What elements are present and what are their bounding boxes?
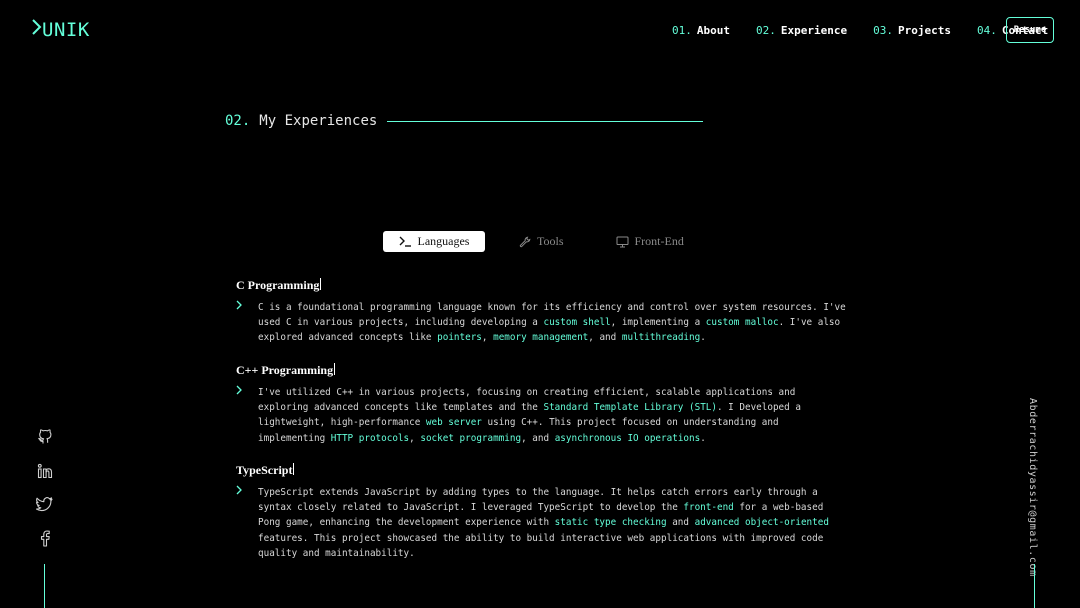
linkedin-icon[interactable]	[36, 462, 53, 479]
experience-item: C Programming C is a foundational progra…	[236, 277, 848, 346]
chevron-right-icon	[236, 485, 258, 561]
email-link[interactable]: Abderrachidyassir@gmail.com	[1027, 398, 1038, 577]
experience-item: TypeScript TypeScript extends JavaScript…	[236, 462, 848, 561]
section-title: My Experiences	[259, 113, 378, 129]
experience-description: C is a foundational programming language…	[258, 302, 846, 344]
twitter-icon[interactable]	[36, 496, 53, 513]
resume-button[interactable]: Resume	[1006, 17, 1054, 43]
left-vertical-line	[44, 564, 45, 608]
right-vertical-line	[1034, 564, 1035, 608]
experience-title: C++ Programming	[236, 363, 336, 377]
experience-item: C++ Programming I've utilized C++ in var…	[236, 362, 848, 446]
experience-title: C Programming	[236, 278, 322, 292]
facebook-icon[interactable]	[36, 530, 53, 547]
github-icon[interactable]	[36, 428, 53, 445]
social-links	[36, 428, 53, 547]
monitor-icon	[616, 236, 629, 248]
experience-title: TypeScript	[236, 463, 295, 477]
experience-tabs: Languages Tools Front-End	[383, 231, 684, 252]
logo[interactable]: UNIK	[31, 18, 90, 41]
nav-about[interactable]: 01. About	[672, 24, 730, 37]
section-heading: 02. My Experiences	[225, 113, 704, 129]
experience-description: TypeScript extends JavaScript by adding …	[258, 487, 829, 559]
tab-front-end[interactable]: Front-End	[616, 231, 684, 252]
chevron-right-icon	[32, 19, 42, 35]
logo-text: UNIK	[42, 19, 90, 41]
tab-tools[interactable]: Tools	[519, 231, 564, 252]
tab-languages[interactable]: Languages	[383, 231, 485, 252]
section-number: 02.	[225, 113, 251, 129]
nav-experience[interactable]: 02. Experience	[756, 24, 847, 37]
experience-description: I've utilized C++ in various projects, f…	[258, 387, 801, 444]
chevron-right-icon	[236, 300, 258, 346]
section-divider	[387, 120, 704, 122]
terminal-icon	[399, 236, 412, 247]
chevron-right-icon	[236, 385, 258, 446]
nav-projects[interactable]: 03. Projects	[873, 24, 951, 37]
wrench-icon	[519, 236, 531, 248]
